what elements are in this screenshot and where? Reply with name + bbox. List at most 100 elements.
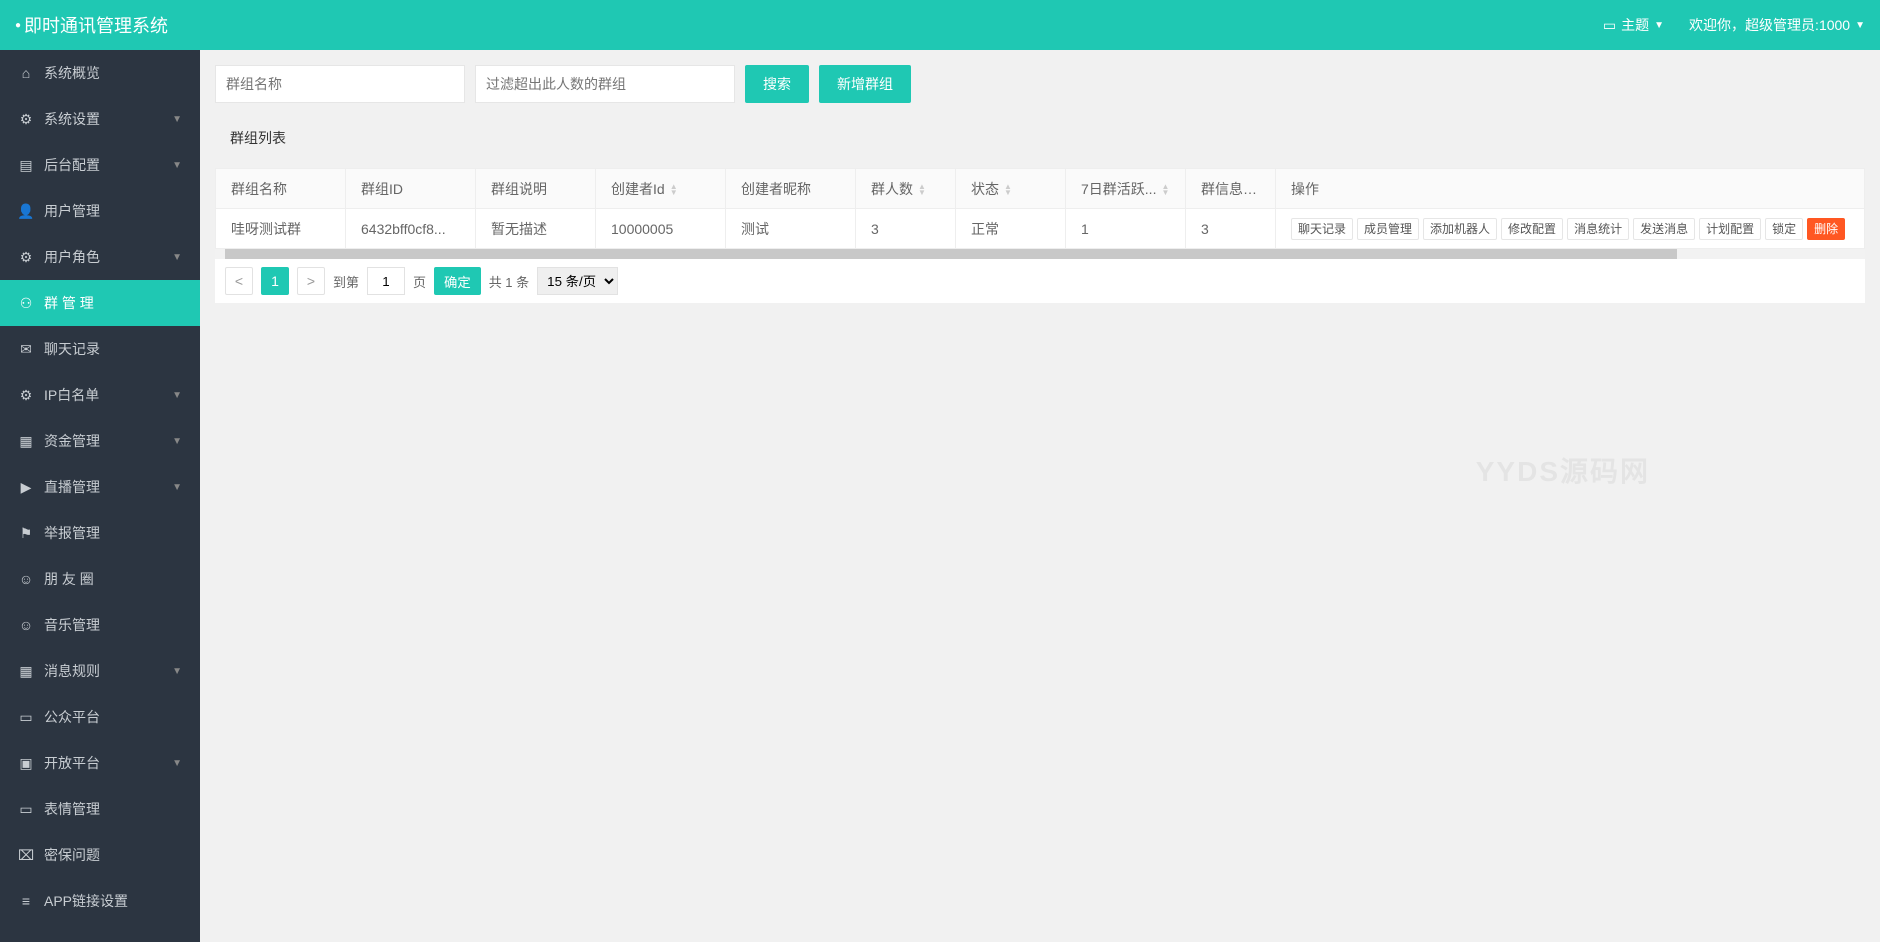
row-action-button[interactable]: 发送消息 <box>1633 218 1695 240</box>
filter-input[interactable] <box>475 65 735 103</box>
cell-desc: 暂无描述 <box>476 209 596 249</box>
table-container: 群组名称群组ID群组说明创建者Id▲▼创建者昵称群人数▲▼状态▲▼7日群活跃..… <box>215 168 1865 303</box>
list-icon: ▤ <box>18 157 34 174</box>
search-button[interactable]: 搜索 <box>745 65 809 103</box>
table-header[interactable]: 7日群活跃...▲▼ <box>1066 169 1186 209</box>
pager-confirm-button[interactable]: 确定 <box>434 267 481 295</box>
chevron-down-icon: ▼ <box>172 482 182 493</box>
gear-icon: ⚙ <box>18 387 34 404</box>
sidebar-item-13[interactable]: ▦消息规则▼ <box>0 648 200 694</box>
chevron-down-icon: ▼ <box>1654 20 1664 31</box>
chevron-down-icon: ▼ <box>172 160 182 171</box>
pager-total: 共 1 条 <box>489 272 529 291</box>
sidebar-item-3[interactable]: 👤用户管理 <box>0 188 200 234</box>
sort-icon: ▲▼ <box>918 184 926 196</box>
cell-id: 6432bff0cf8... <box>346 209 476 249</box>
calendar-icon: ▦ <box>18 663 34 680</box>
row-action-button[interactable]: 计划配置 <box>1699 218 1761 240</box>
sidebar-item-7[interactable]: ⚙IP白名单▼ <box>0 372 200 418</box>
scrollbar-thumb[interactable] <box>225 249 1677 259</box>
sidebar-item-label: 用户管理 <box>44 201 100 221</box>
sidebar-item-label: 聊天记录 <box>44 339 100 359</box>
pager-goto-input[interactable] <box>367 267 405 295</box>
row-action-button[interactable]: 删除 <box>1807 218 1845 240</box>
sidebar-item-2[interactable]: ▤后台配置▼ <box>0 142 200 188</box>
pager-size-select[interactable]: 15 条/页 <box>537 267 618 295</box>
table-header: 创建者昵称 <box>726 169 856 209</box>
sidebar-item-15[interactable]: ▣开放平台▼ <box>0 740 200 786</box>
main-content: 搜索 新增群组 群组列表 群组名称群组ID群组说明创建者Id▲▼创建者昵称群人数… <box>200 50 1880 942</box>
cell-activity: 1 <box>1066 209 1186 249</box>
theme-label: 主题 <box>1621 15 1649 35</box>
sidebar-item-1[interactable]: ⚙ 系统设置 ▼ <box>0 96 200 142</box>
sidebar-item-16[interactable]: ▭表情管理 <box>0 786 200 832</box>
sidebar-item-6[interactable]: ✉ 聊天记录 <box>0 326 200 372</box>
chevron-down-icon: ▼ <box>172 252 182 263</box>
sidebar-item-label: 密保问题 <box>44 845 100 865</box>
sidebar-item-4[interactable]: ⚙ 用户角色 ▼ <box>0 234 200 280</box>
row-action-button[interactable]: 成员管理 <box>1357 218 1419 240</box>
add-group-button[interactable]: 新增群组 <box>819 65 911 103</box>
flag-icon: ⚑ <box>18 525 34 542</box>
cell-creator-id: 10000005 <box>596 209 726 249</box>
horizontal-scrollbar[interactable] <box>215 249 1865 259</box>
play-icon: ▶ <box>18 479 34 496</box>
chevron-down-icon: ▼ <box>172 114 182 125</box>
sidebar-item-0[interactable]: ⌂系统概览 <box>0 50 200 96</box>
pager-prev-button[interactable]: < <box>225 267 253 295</box>
display-icon: ▭ <box>18 709 34 726</box>
window-icon: ▭ <box>1603 17 1616 34</box>
row-action-button[interactable]: 聊天记录 <box>1291 218 1353 240</box>
users-icon: ⚇ <box>18 295 34 312</box>
sidebar-item-label: 群 管 理 <box>44 293 94 313</box>
row-action-button[interactable]: 添加机器人 <box>1423 218 1497 240</box>
row-action-button[interactable]: 消息统计 <box>1567 218 1629 240</box>
welcome-message[interactable]: 欢迎你，超级管理员: 1000 ▼ <box>1689 15 1865 35</box>
sidebar-item-14[interactable]: ▭公众平台 <box>0 694 200 740</box>
sidebar-item-label: 系统概览 <box>44 63 100 83</box>
search-input[interactable] <box>215 65 465 103</box>
chevron-down-icon: ▼ <box>172 390 182 401</box>
gear-icon: ⚙ <box>18 249 34 266</box>
sidebar-item-12[interactable]: ☺ 音乐管理 <box>0 602 200 648</box>
app-title: 即时通讯管理系统 <box>15 12 168 38</box>
chat-icon: ✉ <box>18 341 34 358</box>
sidebar-item-11[interactable]: ☺朋 友 圈 <box>0 556 200 602</box>
sidebar-item-label: 资金管理 <box>44 431 100 451</box>
sidebar-item-5[interactable]: ⚇ 群 管 理 <box>0 280 200 326</box>
table-header: 操作 <box>1276 169 1865 209</box>
table-header: 群组名称 <box>216 169 346 209</box>
chevron-down-icon: ▼ <box>172 758 182 769</box>
row-action-button[interactable]: 修改配置 <box>1501 218 1563 240</box>
theme-button[interactable]: ▭ 主题 ▼ <box>1603 15 1664 35</box>
table-header[interactable]: 状态▲▼ <box>956 169 1066 209</box>
pager-next-button[interactable]: > <box>297 267 325 295</box>
table-header[interactable]: 创建者Id▲▼ <box>596 169 726 209</box>
table-header[interactable]: 群人数▲▼ <box>856 169 956 209</box>
header: 即时通讯管理系统 ▭ 主题 ▼ 欢迎你，超级管理员: 1000 ▼ <box>0 0 1880 50</box>
cell-name: 哇呀测试群 <box>216 209 346 249</box>
row-action-button[interactable]: 锁定 <box>1765 218 1803 240</box>
cell-status: 正常 <box>956 209 1066 249</box>
group-table: 群组名称群组ID群组说明创建者Id▲▼创建者昵称群人数▲▼状态▲▼7日群活跃..… <box>215 168 1865 249</box>
sidebar-item-17[interactable]: ⌧ 密保问题 <box>0 832 200 878</box>
sort-icon: ▲▼ <box>1004 184 1012 196</box>
sort-icon: ▲▼ <box>1161 184 1169 196</box>
sort-icon: ▲▼ <box>670 184 678 196</box>
sidebar-item-10[interactable]: ⚑举报管理 <box>0 510 200 556</box>
pagination: < 1 > 到第 页 确定 共 1 条 15 条/页 <box>215 259 1865 303</box>
pager-page-button[interactable]: 1 <box>261 267 289 295</box>
gear-icon: ⚙ <box>18 111 34 128</box>
chevron-down-icon: ▼ <box>172 666 182 677</box>
smile-icon: ☺ <box>18 617 34 633</box>
chevron-down-icon: ▼ <box>1855 20 1865 31</box>
sidebar-item-8[interactable]: ▦资金管理▼ <box>0 418 200 464</box>
sidebar-item-18[interactable]: ≡APP链接设置 <box>0 878 200 924</box>
sidebar-item-label: 音乐管理 <box>44 615 100 635</box>
lock-icon: ⌧ <box>18 847 34 864</box>
sidebar-item-9[interactable]: ▶直播管理▼ <box>0 464 200 510</box>
table-row: 哇呀测试群 6432bff0cf8... 暂无描述 10000005 测试 3 … <box>216 209 1865 249</box>
sidebar-item-label: 用户角色 <box>44 247 100 267</box>
sidebar-item-label: 系统设置 <box>44 109 100 129</box>
table-header: 群组说明 <box>476 169 596 209</box>
